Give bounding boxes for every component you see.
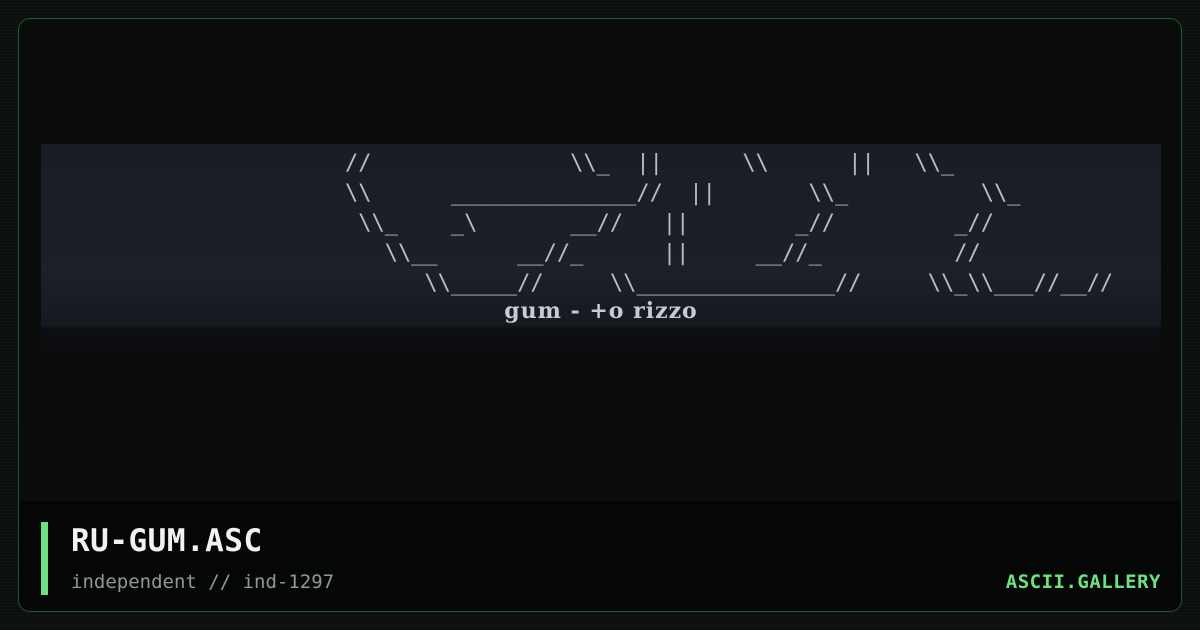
ascii-art-panel: // \\_ || \\ || \\_ \\ ______________// … <box>41 144 1161 359</box>
ascii-line-1: // \\_ || \\ || \\_ <box>239 151 955 176</box>
accent-bar <box>41 522 48 595</box>
artwork-subtitle: independent // ind-1297 <box>71 571 335 593</box>
brand-label[interactable]: ASCII.GALLERY <box>1006 571 1161 593</box>
ascii-line-2: \\ ______________// || \\_ \\_ <box>239 181 1021 206</box>
footer-bar: RU-GUM.ASC independent // ind-1297 ASCII… <box>19 501 1181 611</box>
ascii-line-4: \\__ __//_ || __//_ // <box>239 241 981 266</box>
ascii-art-svg: // \\_ || \\ || \\_ \\ ______________// … <box>239 151 1113 296</box>
ascii-line-3: \\_ _\ __// || _// _// <box>239 211 994 236</box>
artwork-caption: gum - +o rizzo <box>504 298 698 324</box>
artwork-card: // \\_ || \\ || \\_ \\ ______________// … <box>18 18 1182 612</box>
artwork-title: RU-GUM.ASC <box>71 523 263 559</box>
ascii-line-5: \\_____// \\_______________// \\_\\___//… <box>239 271 1113 296</box>
